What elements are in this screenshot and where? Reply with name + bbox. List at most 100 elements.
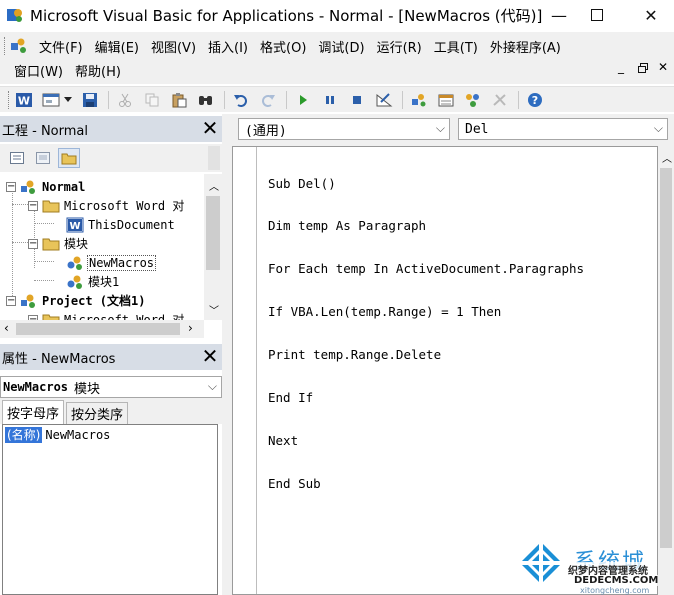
toggle-folders-icon[interactable] xyxy=(58,148,80,168)
project-toolbar-scroll[interactable] xyxy=(208,146,220,170)
tab-categorized[interactable]: 按分类序 xyxy=(66,402,129,424)
properties-panel-title: 属性 - NewMacros xyxy=(2,351,116,367)
scroll-up-icon[interactable]: ︿ xyxy=(662,150,672,165)
mdi-minimize-button[interactable]: _ xyxy=(618,60,624,74)
word-document-icon: W xyxy=(66,217,84,233)
properties-object-dropdown[interactable]: NewMacros 模块 ⌵ xyxy=(0,376,222,398)
collapse-icon[interactable]: − xyxy=(6,181,16,192)
menu-addins[interactable]: 外接程序(A) xyxy=(484,37,567,56)
code-line[interactable]: Dim temp As Paragraph xyxy=(268,219,584,234)
tree-label: 模块 xyxy=(64,237,89,251)
redo-icon[interactable] xyxy=(257,89,279,111)
tree-guide xyxy=(12,242,28,243)
object-browser-icon[interactable] xyxy=(462,89,484,111)
menu-insert[interactable]: 插入(I) xyxy=(202,37,254,56)
property-value[interactable]: NewMacros xyxy=(42,428,110,442)
menu-debug[interactable]: 调试(D) xyxy=(312,37,370,56)
code-margin[interactable] xyxy=(233,147,257,594)
code-line[interactable]: If VBA.Len(temp.Range) = 1 Then xyxy=(268,304,584,319)
cut-icon[interactable] xyxy=(114,89,136,111)
project-tree-vscrollbar[interactable]: ︿ ﹀ xyxy=(204,174,222,320)
collapse-icon[interactable]: − xyxy=(28,238,38,249)
run-icon[interactable] xyxy=(292,89,314,111)
scroll-up-icon[interactable]: ︿ xyxy=(209,178,219,193)
reset-icon[interactable] xyxy=(346,89,368,111)
code-line[interactable]: Sub Del() xyxy=(268,176,584,191)
close-button[interactable]: ✕ xyxy=(628,0,674,30)
menu-edit[interactable]: 编辑(E) xyxy=(89,37,145,56)
procedure-dropdown-value: Del xyxy=(465,121,489,137)
project-panel-close-button[interactable]: ✕ xyxy=(200,118,220,138)
view-code-icon[interactable] xyxy=(6,148,28,168)
word-icon[interactable]: W xyxy=(13,89,35,111)
collapse-icon[interactable]: − xyxy=(28,200,38,211)
find-icon[interactable] xyxy=(195,89,217,111)
menu-run[interactable]: 运行(R) xyxy=(371,37,428,56)
properties-tabs: 按字母序 按分类序 xyxy=(0,398,222,424)
code-line[interactable]: For Each temp In ActiveDocument.Paragrap… xyxy=(268,262,584,277)
tree-node-normal[interactable]: − Normal xyxy=(6,177,85,196)
properties-window-icon[interactable] xyxy=(435,89,457,111)
collapse-icon[interactable]: − xyxy=(6,295,16,306)
scroll-thumb[interactable] xyxy=(16,323,180,335)
dropdown-arrow-icon[interactable] xyxy=(62,89,74,111)
folder-icon xyxy=(42,237,60,251)
property-row[interactable]: (名称) NewMacros xyxy=(5,426,110,443)
undo-icon[interactable] xyxy=(230,89,252,111)
scroll-left-icon[interactable]: ‹ xyxy=(4,321,9,335)
view-object-icon[interactable] xyxy=(32,148,54,168)
mdi-restore-button[interactable] xyxy=(638,62,648,77)
code-text[interactable]: Sub Del() Dim temp As Paragraph For Each… xyxy=(268,148,584,520)
toolbox-icon[interactable] xyxy=(489,89,511,111)
property-name: (名称) xyxy=(5,426,43,443)
menu-file[interactable]: 文件(F) xyxy=(33,37,89,56)
menu-tools[interactable]: 工具(T) xyxy=(428,37,484,56)
code-line[interactable]: End If xyxy=(268,390,584,405)
help-icon[interactable]: ? xyxy=(524,89,546,111)
break-icon[interactable] xyxy=(319,89,341,111)
project-tree-hscrollbar[interactable]: ‹ › xyxy=(0,320,204,338)
procedure-dropdown[interactable]: Del ⌵ xyxy=(458,118,668,140)
toolbar-grip[interactable] xyxy=(8,90,10,109)
menu-view[interactable]: 视图(V) xyxy=(145,37,202,56)
code-vscrollbar[interactable]: ︿ xyxy=(658,146,674,595)
scroll-down-icon[interactable]: ﹀ xyxy=(209,302,219,317)
tree-node-modules[interactable]: − 模块 xyxy=(28,234,88,253)
code-line[interactable]: Next xyxy=(268,433,584,448)
tree-label: NewMacros xyxy=(86,254,157,271)
menu-format[interactable]: 格式(O) xyxy=(254,37,312,56)
watermark-domain: DEDECMS.COM xyxy=(574,575,659,586)
pane-splitter[interactable] xyxy=(222,114,230,595)
copy-icon[interactable] xyxy=(141,89,163,111)
maximize-button[interactable] xyxy=(574,0,620,30)
code-line[interactable]: End Sub xyxy=(268,476,584,491)
menu-help[interactable]: 帮助(H) xyxy=(69,61,127,80)
tree-node-module1[interactable]: 模块1 xyxy=(66,272,119,291)
insert-userform-icon[interactable] xyxy=(40,89,62,111)
tree-node-word-objects-2[interactable]: − Microsoft Word 对 xyxy=(28,310,184,320)
tree-node-project-doc1[interactable]: − Project (文档1) xyxy=(6,291,145,310)
scroll-right-icon[interactable]: › xyxy=(188,321,193,335)
tree-node-thisdocument[interactable]: W ThisDocument xyxy=(66,215,175,234)
project-icon xyxy=(20,179,38,195)
folder-icon xyxy=(42,199,60,213)
save-icon[interactable] xyxy=(79,89,101,111)
code-window: (通用) ⌵ Del ⌵ Sub Del() Dim temp As Parag… xyxy=(230,114,674,595)
tree-label: ThisDocument xyxy=(88,217,175,232)
design-mode-icon[interactable] xyxy=(373,89,395,111)
menu-grip[interactable] xyxy=(4,37,6,55)
scroll-thumb[interactable] xyxy=(206,196,220,270)
scroll-thumb[interactable] xyxy=(660,168,672,548)
project-explorer-icon[interactable] xyxy=(408,89,430,111)
mdi-close-button[interactable]: ✕ xyxy=(658,60,668,74)
tree-node-word-objects[interactable]: − Microsoft Word 对 xyxy=(28,196,184,215)
code-editor[interactable]: Sub Del() Dim temp As Paragraph For Each… xyxy=(232,146,658,595)
code-line[interactable]: Print temp.Range.Delete xyxy=(268,347,584,362)
properties-panel-close-button[interactable]: ✕ xyxy=(200,346,220,366)
module-icon xyxy=(66,274,84,290)
tree-node-newmacros[interactable]: NewMacros xyxy=(66,253,157,272)
object-dropdown[interactable]: (通用) ⌵ xyxy=(238,118,450,140)
menu-window[interactable]: 窗口(W) xyxy=(0,61,69,80)
tab-alphabetic[interactable]: 按字母序 xyxy=(2,400,65,424)
paste-icon[interactable] xyxy=(168,89,190,111)
